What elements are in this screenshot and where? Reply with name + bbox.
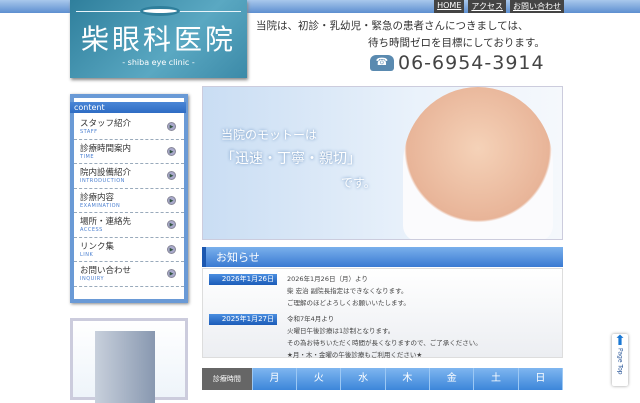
motto-line: です。	[341, 176, 376, 190]
sidebar-item-label: 場所・連絡先	[80, 217, 132, 227]
hours-header-cell: 木	[385, 368, 431, 390]
logo-swoosh-icon	[140, 6, 180, 16]
sidebar-item-sublabel: ACCESS	[80, 227, 103, 233]
baby-photo	[403, 87, 553, 239]
notice-line: ご理解のほどよろしくお願いいたします。	[287, 299, 410, 307]
top-nav: HOME アクセス お問い合わせ	[434, 0, 564, 13]
page-top-label: Page Top	[616, 348, 624, 375]
arrow-right-icon: ▶	[167, 195, 176, 205]
notice-line: ★月・木・金曜の午後診療もご利用ください★	[287, 351, 423, 359]
hours-header-cell: 土	[474, 368, 519, 390]
arrow-right-icon: ▶	[167, 220, 176, 229]
notice-line: 令和7年4月より	[287, 315, 335, 323]
logo-name: 柴眼科医院	[80, 23, 236, 56]
sidebar-item-label: お問い合わせ	[80, 266, 132, 276]
sidebar-menu: content スタッフ紹介 STAFF ▶ 診療時間案内 TIME ▶ 院内設備紹介 INT…	[70, 94, 188, 303]
hours-table-header: 診療時間月火水木金土日	[202, 368, 563, 390]
sidebar-item[interactable]: 診療時間案内 TIME ▶	[74, 140, 184, 164]
notice-item: 2025年1月27日 令和7年4月より火曜日午後診療は1診制となります。その為お待…	[209, 313, 556, 361]
motto-line: 当院のモットーは	[221, 128, 318, 142]
clinic-logo[interactable]: 柴眼科医院 - shiba eye clinic -	[70, 0, 247, 78]
sidebar-heading: content	[70, 102, 186, 113]
notice-line: その為お待ちいただく時間が長くなりますので、ご了承ください。	[287, 339, 482, 347]
sidebar-item[interactable]: スタッフ紹介 STAFF ▶	[74, 115, 184, 140]
arrow-up-icon: ⬆	[614, 333, 626, 349]
logo-subtitle: - shiba eye clinic -	[122, 58, 195, 67]
arrow-right-icon: ▶	[167, 122, 176, 131]
page-top-button[interactable]: ⬆ Page Top	[612, 334, 628, 386]
motto-line: 「迅速・丁寧・親切」	[221, 151, 361, 167]
hours-header-cell: 火	[297, 368, 342, 390]
sidebar-item[interactable]: 院内設備紹介 INTRODUCTION ▶	[74, 164, 184, 189]
nav-contact[interactable]: お問い合わせ	[510, 0, 564, 13]
sidebar-item-sublabel: INQUIRY	[80, 276, 104, 282]
sidebar-item[interactable]: お問い合わせ INQUIRY ▶	[74, 262, 184, 287]
sidebar-item-sublabel: STAFF	[80, 129, 98, 135]
hero-banner: 当院のモットーは 「迅速・丁寧・親切」 です。	[202, 86, 563, 240]
hours-header-cell: 診療時間	[202, 368, 253, 390]
tagline-line: 当院は、初診・乳幼児・緊急の患者さんにつきましては、	[256, 20, 529, 32]
sidebar-item[interactable]: 場所・連絡先 ACCESS ▶	[74, 213, 184, 238]
sidebar-item-label: 院内設備紹介	[80, 168, 132, 178]
hours-header-cell: 日	[518, 368, 563, 390]
telephone-icon: ☎	[370, 55, 394, 71]
sidebar-item-sublabel: EXAMINATION	[80, 202, 121, 209]
hours-header-cell: 水	[341, 368, 386, 390]
sidebar-item-sublabel: TIME	[80, 153, 95, 160]
arrow-right-icon: ▶	[167, 146, 176, 156]
clinic-building-image	[70, 318, 188, 403]
sidebar-item-label: 診療時間案内	[80, 143, 132, 154]
sidebar-item-label: リンク集	[80, 241, 115, 252]
arrow-right-icon: ▶	[167, 171, 176, 180]
arrow-right-icon: ▶	[167, 269, 176, 278]
sidebar-item-sublabel: LINK	[80, 251, 94, 258]
motto: 当院のモットーは 「迅速・丁寧・親切」 です。	[221, 123, 376, 195]
arrow-right-icon: ▶	[167, 244, 176, 254]
sidebar-item[interactable]: 診療内容 EXAMINATION ▶	[74, 189, 184, 213]
sidebar-item-label: スタッフ紹介	[80, 119, 132, 129]
tagline: 当院は、初診・乳幼児・緊急の患者さんにつきましては、 待ち時間ゼロを目標にしてお…	[256, 18, 545, 52]
notice-date: 2026年1月26日	[209, 274, 277, 285]
notice-line: 2026年1月26日（月）より	[287, 275, 368, 283]
phone-number: ☎ 06-6954-3914	[370, 52, 545, 74]
hours-header-cell: 金	[430, 368, 475, 390]
hours-header-cell: 月	[252, 368, 298, 390]
notice-item: 2026年1月26日 2026年1月26日（月）より柴 宏治 副院長指定はできなく…	[209, 273, 556, 309]
sidebar-item[interactable]: リンク集 LINK ▶	[74, 238, 184, 262]
notice-line: 柴 宏治 副院長指定はできなくなります。	[287, 287, 408, 295]
nav-home[interactable]: HOME	[434, 0, 465, 13]
notices-list: 2026年1月26日 2026年1月26日（月）より柴 宏治 副院長指定はできなく…	[202, 268, 563, 361]
notice-date: 2025年1月27日	[209, 314, 277, 325]
nav-access[interactable]: アクセス	[468, 0, 506, 13]
tagline-line: 待ち時間ゼロを目標にしております。	[368, 37, 545, 49]
notice-line: 火曜日午後診療は1診制となります。	[287, 327, 395, 335]
notices-title: お知らせ	[202, 247, 563, 267]
sidebar-item-label: 診療内容	[80, 192, 115, 203]
sidebar-item-sublabel: INTRODUCTION	[80, 178, 125, 184]
phone-text: 06-6954-3914	[398, 52, 545, 74]
